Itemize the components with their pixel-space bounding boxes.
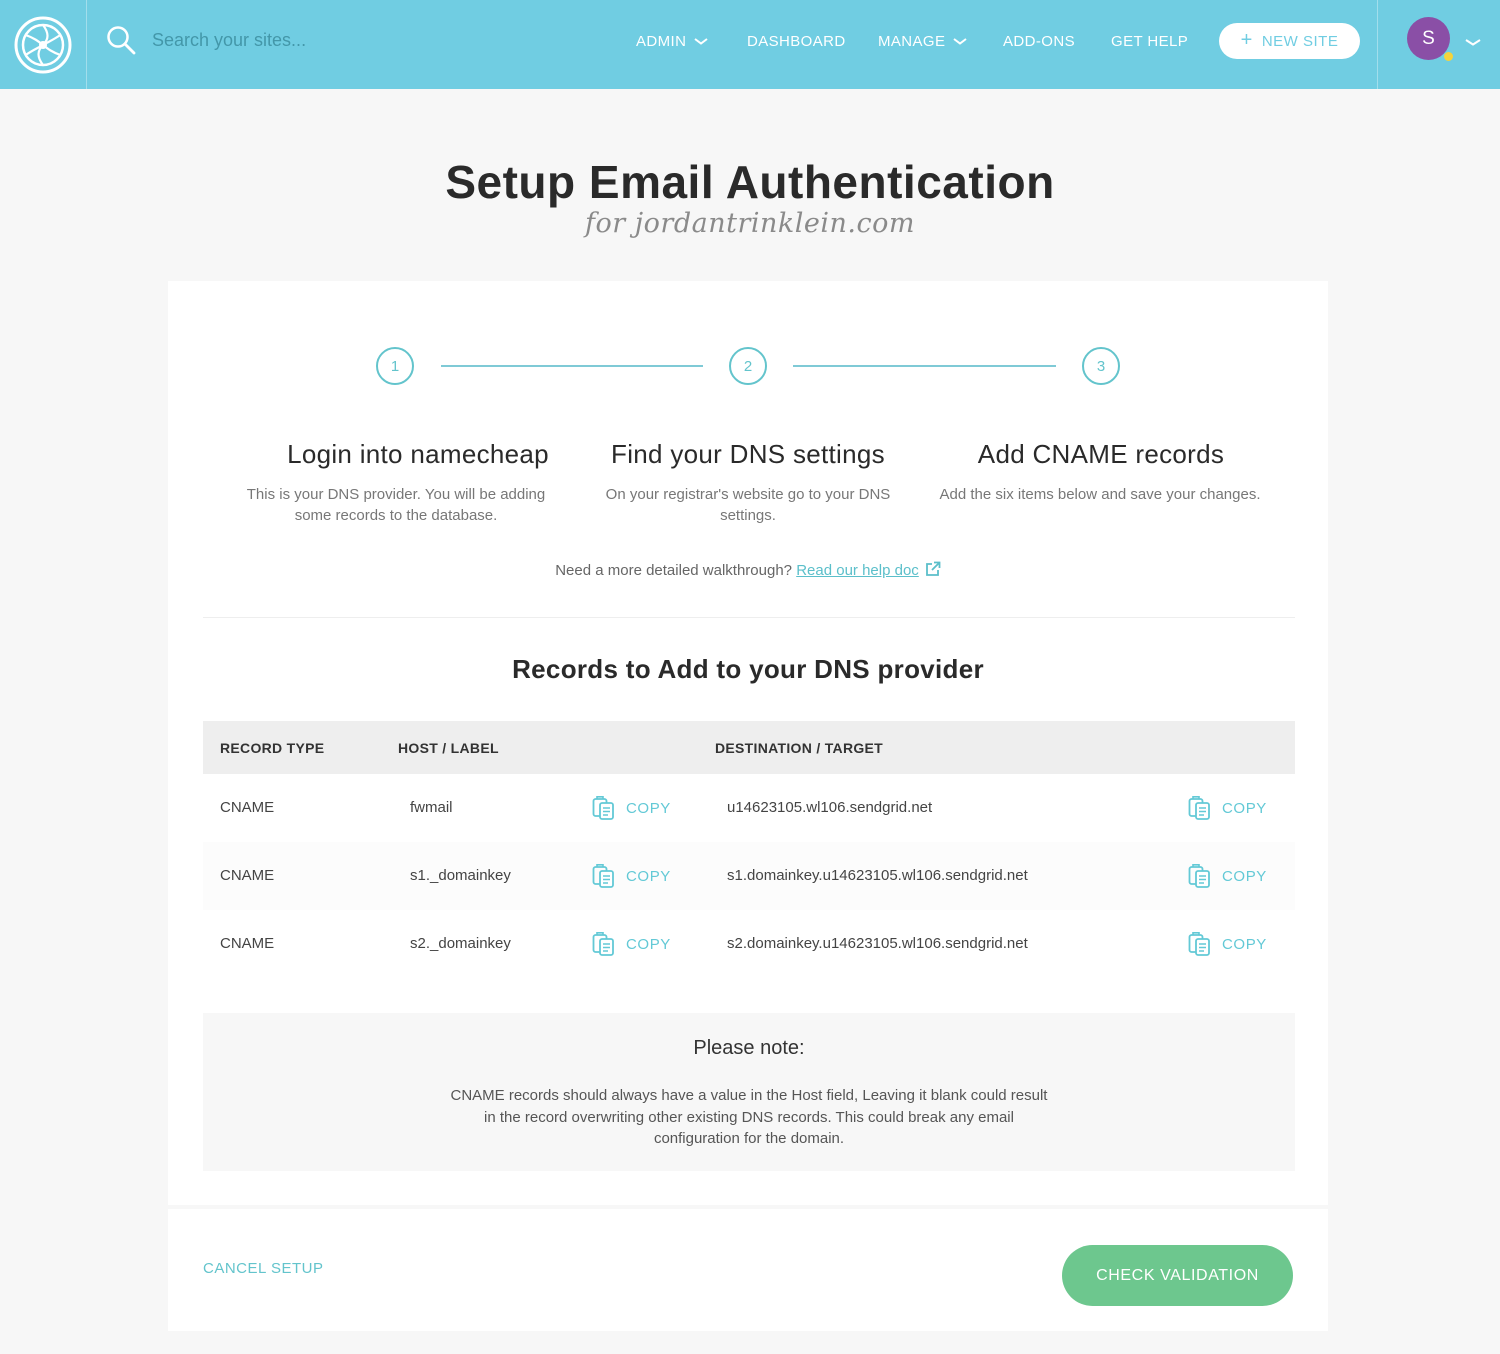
copy-label: COPY [626,799,671,817]
chevron-down-icon [694,38,708,45]
copy-icon [1188,932,1210,956]
copy-target-button[interactable]: COPY [1188,930,1267,958]
copy-label: COPY [626,935,671,953]
logo-link[interactable] [0,0,87,89]
column-header-destination: DESTINATION / TARGET [715,740,884,756]
copy-icon [1188,796,1210,820]
plus-icon: + [1240,29,1253,51]
step-connector [793,365,1056,367]
nav-manage-label: MANAGE [878,32,946,50]
flywheel-logo-icon [14,16,72,73]
page-title: Setup Email Authentication [445,156,1055,208]
step-1-description: This is your DNS provider. You will be a… [246,486,546,524]
search-icon[interactable] [106,25,136,55]
note-title: Please note: [693,1037,805,1059]
step-number: 2 [743,357,753,375]
record-type: CNAME [220,867,275,884]
copy-label: COPY [626,867,671,885]
step-number: 1 [390,357,400,375]
step-2-description: On your registrar's website go to your D… [605,486,891,524]
help-doc-link[interactable]: Read our help doc [796,562,919,579]
copy-icon [592,932,614,956]
copy-icon [592,864,614,888]
section-divider [203,617,1295,618]
action-bar: CANCEL SETUP CHECK VALIDATION [168,1209,1328,1331]
note-body: CNAME records should always have a value… [450,1087,1048,1147]
external-link-icon[interactable] [925,561,941,577]
page-subtitle: for jordantrinklein.com [585,208,915,239]
record-host: fwmail [410,799,453,816]
step-1-circle: 1 [376,347,414,385]
record-type: CNAME [220,935,275,952]
copy-icon [592,796,614,820]
nav-add-ons-label: ADD-ONS [1003,32,1075,50]
copy-target-button[interactable]: COPY [1188,794,1267,822]
nav-manage[interactable]: MANAGE [878,30,968,52]
search-input[interactable] [152,22,452,58]
nav-admin-label: ADMIN [636,32,687,50]
nav-dashboard[interactable]: DASHBOARD [747,30,846,52]
user-menu-divider [1377,0,1378,89]
copy-host-button[interactable]: COPY [592,794,671,822]
column-header-record-type: RECORD TYPE [220,740,325,756]
table-header: RECORD TYPE HOST / LABEL DESTINATION / T… [203,721,1295,774]
table-row: CNAME s2._domainkey COPY s2.domainkey.u1… [203,910,1295,978]
new-site-button[interactable]: + NEW SITE [1219,23,1360,59]
nav-add-ons[interactable]: ADD-ONS [1003,30,1075,52]
step-2-circle: 2 [729,347,767,385]
record-host: s2._domainkey [410,935,511,952]
chevron-down-icon[interactable] [1465,37,1481,47]
records-title: Records to Add to your DNS provider [512,654,984,684]
copy-host-button[interactable]: COPY [592,930,671,958]
table-row: CNAME s1._domainkey COPY s1.domainkey.u1… [203,842,1295,910]
record-type: CNAME [220,799,275,816]
setup-card: 1 2 3 Login into namecheap This is your … [168,281,1328,1205]
cancel-setup-link[interactable]: CANCEL SETUP [203,1260,323,1277]
avatar-initial: S [1422,27,1435,49]
nav-admin[interactable]: ADMIN [636,30,708,52]
nav-get-help[interactable]: GET HELP [1111,30,1188,52]
step-3-description: Add the six items below and save your ch… [939,486,1261,503]
top-navigation-bar: ADMIN DASHBOARD MANAGE ADD-ONS GET HELP … [0,0,1500,89]
copy-target-button[interactable]: COPY [1188,862,1267,890]
walkthrough-line: Need a more detailed walkthrough? Read o… [168,561,1328,579]
record-target: u14623105.wl106.sendgrid.net [727,799,933,816]
copy-label: COPY [1222,935,1267,953]
dns-records-table: RECORD TYPE HOST / LABEL DESTINATION / T… [203,721,1295,978]
table-row: CNAME fwmail COPY u14623105.wl106.sendgr… [203,774,1295,842]
step-2-title: Find your DNS settings [611,439,885,469]
chevron-down-icon [953,38,968,45]
copy-label: COPY [1222,867,1267,885]
nav-get-help-label: GET HELP [1111,32,1189,50]
nav-dashboard-label: DASHBOARD [747,32,846,50]
record-target: s1.domainkey.u14623105.wl106.sendgrid.ne… [727,867,1028,884]
column-header-host: HOST / LABEL [398,740,499,756]
step-1-title: Login into namecheap [287,439,549,469]
copy-host-button[interactable]: COPY [592,862,671,890]
step-number: 3 [1096,357,1106,375]
copy-label: COPY [1222,799,1267,817]
walkthrough-text: Need a more detailed walkthrough? [555,562,793,579]
step-connector [441,365,703,367]
record-host: s1._domainkey [410,867,511,884]
copy-icon [1188,864,1210,888]
note-box: Please note: CNAME records should always… [203,1013,1295,1171]
new-site-label: NEW SITE [1261,32,1339,50]
check-validation-button[interactable]: CHECK VALIDATION [1062,1245,1293,1306]
online-status-dot [1444,52,1453,61]
step-3-circle: 3 [1082,347,1120,385]
record-target: s2.domainkey.u14623105.wl106.sendgrid.ne… [727,935,1028,952]
step-3-title: Add CNAME records [977,439,1225,469]
